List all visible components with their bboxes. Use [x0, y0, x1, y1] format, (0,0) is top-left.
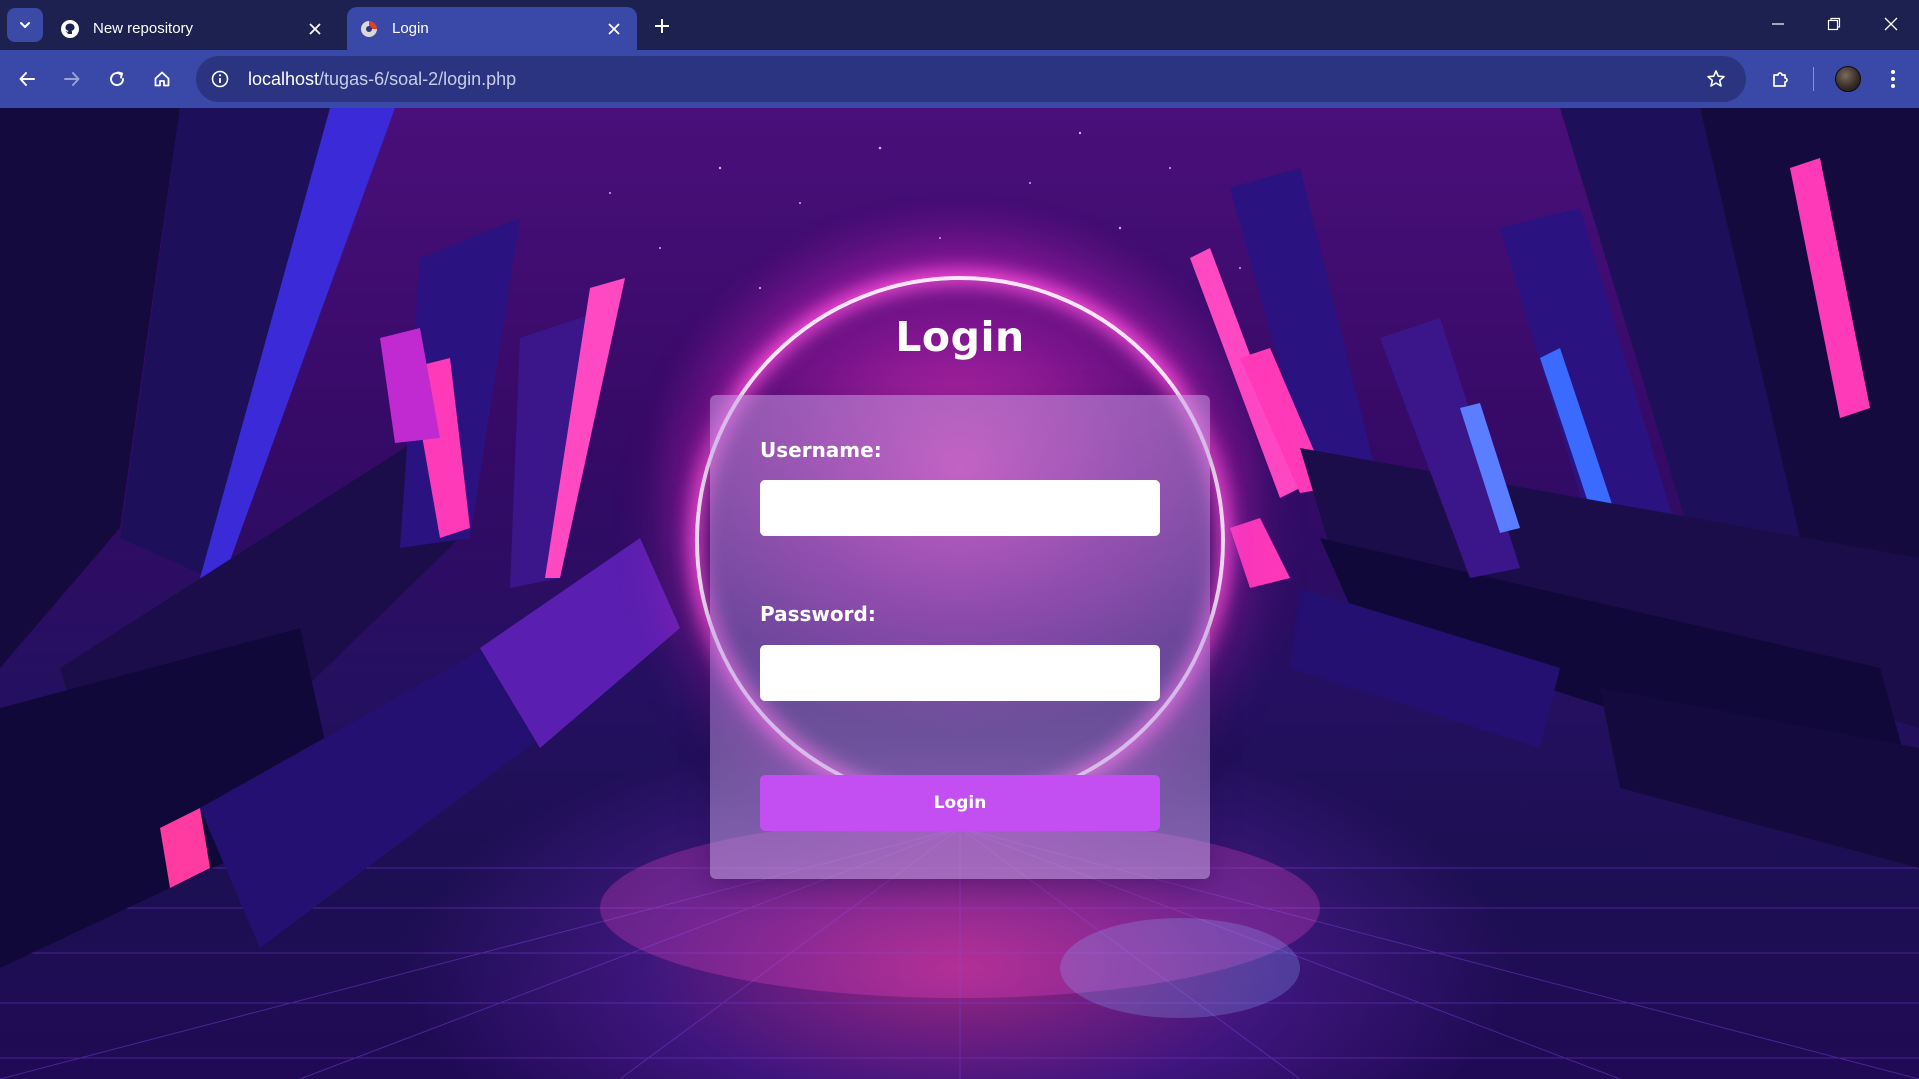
url-text: localhost/tugas-6/soal-2/login.php	[248, 69, 516, 90]
url-host: localhost	[248, 68, 320, 89]
browser-toolbar: localhost/tugas-6/soal-2/login.php	[0, 50, 1919, 108]
close-icon	[1884, 17, 1898, 31]
username-label: Username:	[760, 438, 882, 462]
puzzle-icon	[1773, 72, 1788, 87]
more-vertical-icon	[1891, 70, 1895, 88]
tab-title: New repository	[93, 20, 194, 37]
reload-icon	[110, 71, 125, 87]
forward-button[interactable]	[57, 64, 87, 94]
password-input[interactable]	[760, 645, 1160, 701]
tab-search-button[interactable]	[7, 8, 43, 42]
tab-login[interactable]: Login	[347, 7, 637, 50]
toolbar-separator	[1813, 67, 1814, 91]
minimize-button[interactable]	[1753, 6, 1803, 42]
password-label: Password:	[760, 602, 876, 626]
url-path: /tugas-6/soal-2/login.php	[319, 68, 517, 89]
username-input[interactable]	[760, 480, 1160, 536]
avatar	[1835, 66, 1861, 92]
github-icon	[60, 19, 80, 39]
close-tab-icon[interactable]	[603, 18, 625, 40]
plus-icon	[655, 19, 669, 33]
home-icon	[154, 71, 170, 87]
restore-button[interactable]	[1809, 6, 1859, 42]
bookmark-star-icon[interactable]	[1702, 65, 1730, 93]
tab-strip: New repository Login	[0, 0, 1919, 50]
tab-title: Login	[392, 20, 429, 37]
back-button[interactable]	[12, 64, 42, 94]
close-tab-icon[interactable]	[304, 18, 326, 40]
login-form: Username: Password: Login	[710, 395, 1210, 879]
arrow-left-icon	[19, 72, 35, 86]
page-favicon-icon	[359, 19, 379, 39]
home-button[interactable]	[147, 64, 177, 94]
chevron-down-icon	[20, 22, 30, 28]
menu-button[interactable]	[1878, 64, 1908, 94]
arrow-right-icon	[64, 72, 80, 86]
login-page: Login Username: Password: Login	[0, 108, 1919, 1079]
restore-icon	[1827, 17, 1841, 31]
site-info-icon[interactable]	[206, 65, 234, 93]
extensions-button[interactable]	[1766, 64, 1796, 94]
close-window-button[interactable]	[1866, 6, 1916, 42]
profile-button[interactable]	[1833, 64, 1863, 94]
login-button[interactable]: Login	[760, 775, 1160, 831]
minimize-icon	[1772, 23, 1784, 25]
page-title: Login	[895, 313, 1025, 361]
address-bar[interactable]: localhost/tugas-6/soal-2/login.php	[196, 56, 1746, 102]
reload-button[interactable]	[102, 64, 132, 94]
tab-new-repository[interactable]: New repository	[48, 7, 338, 50]
new-tab-button[interactable]	[648, 12, 676, 40]
